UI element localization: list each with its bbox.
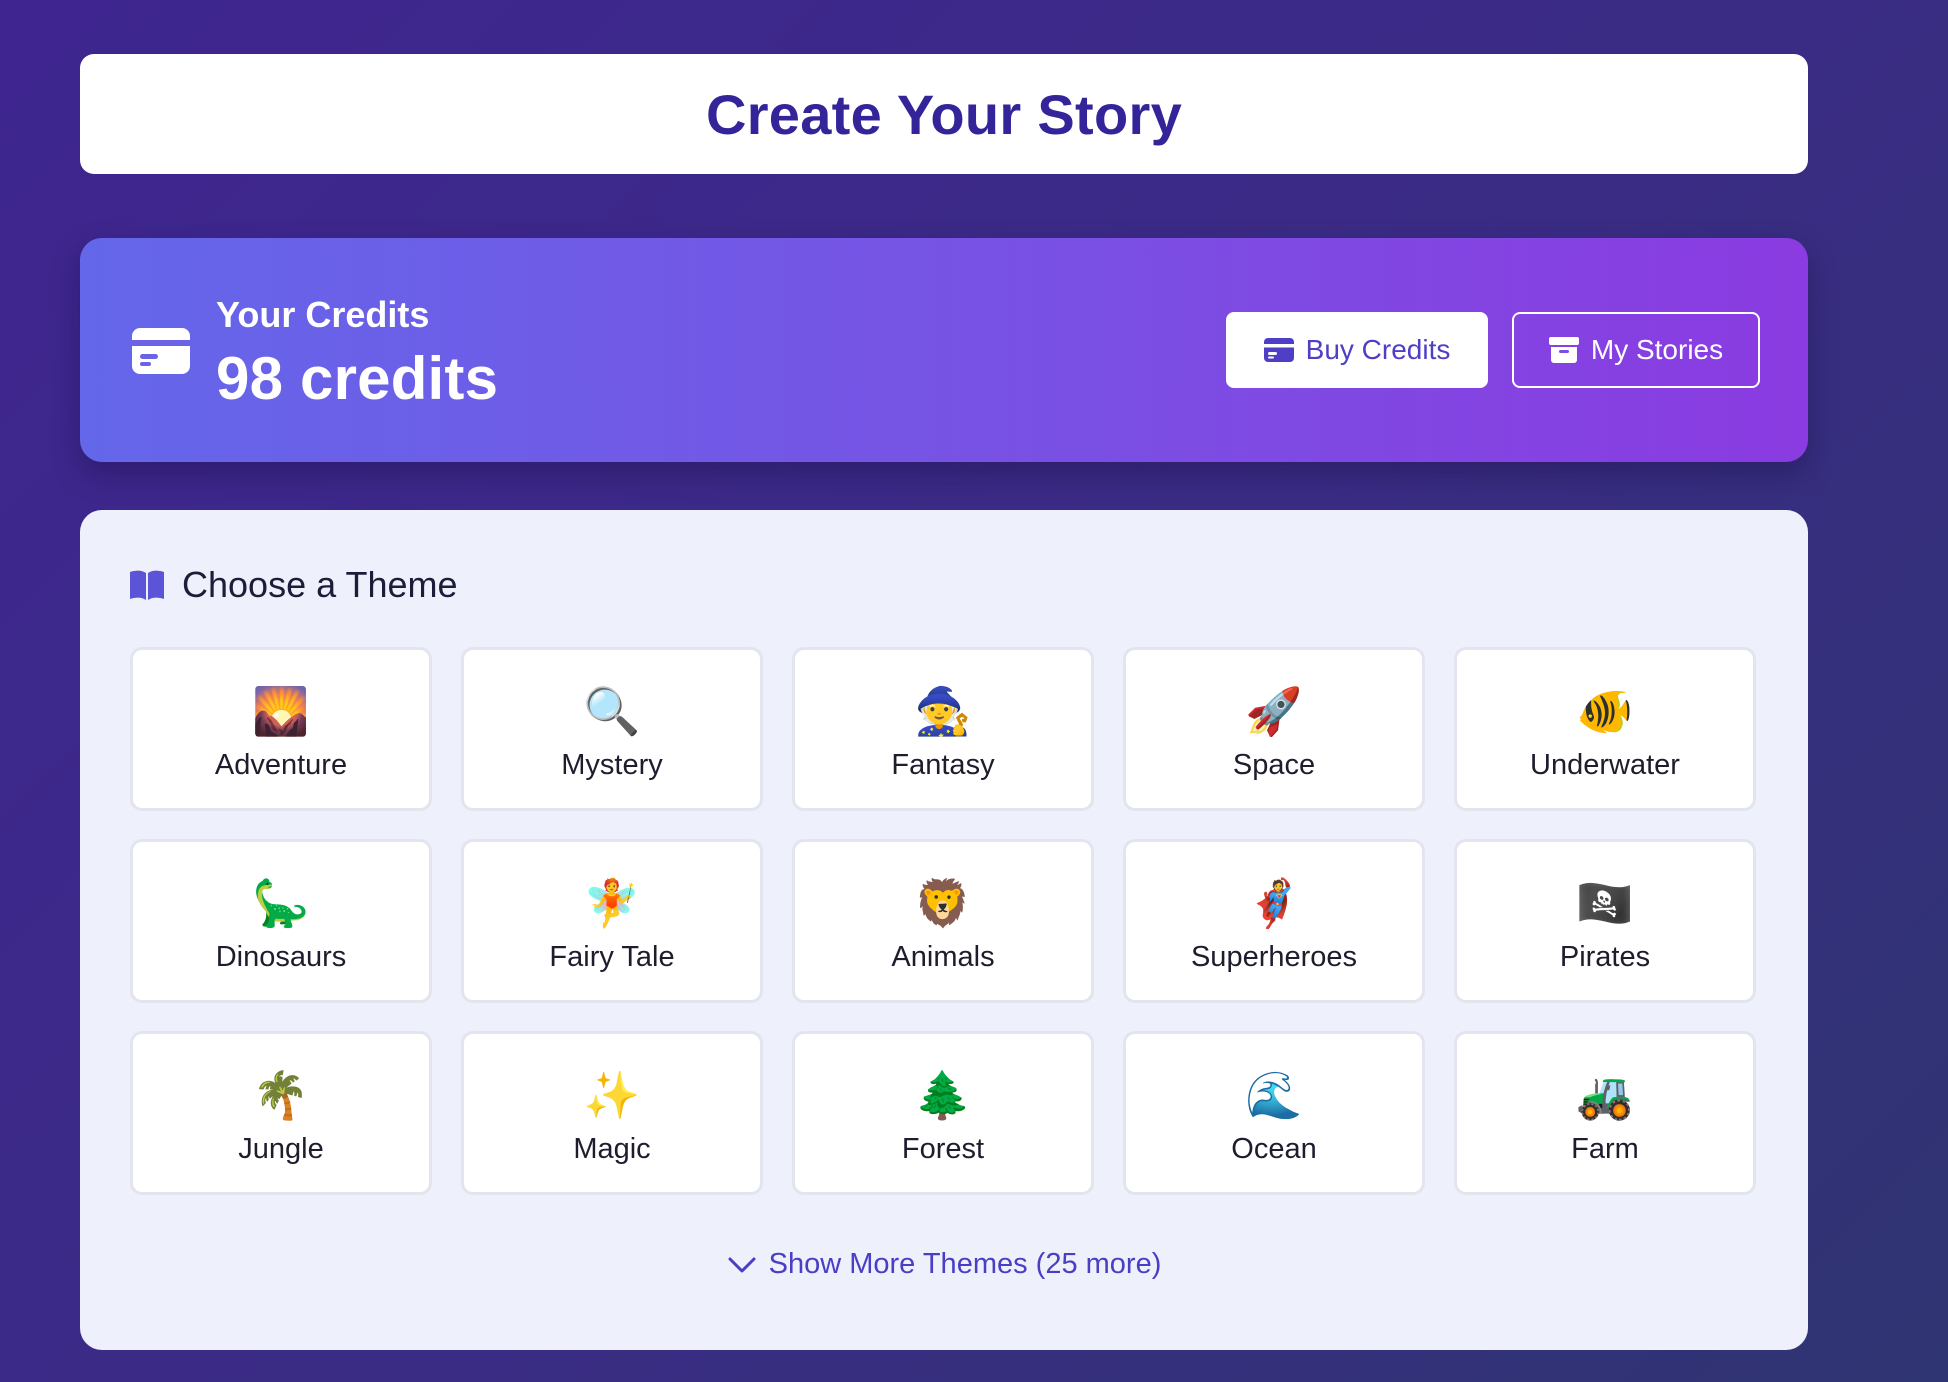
theme-emoji-icon: ✨ [583, 1068, 641, 1121]
header-card: Create Your Story [80, 54, 1808, 174]
chevron-down-icon [728, 1257, 756, 1272]
theme-label: Adventure [214, 748, 348, 781]
theme-emoji-icon: 🚜 [1576, 1068, 1634, 1121]
theme-emoji-icon: 🐠 [1576, 684, 1634, 737]
theme-card-fantasy[interactable]: 🧙 Fantasy [792, 647, 1094, 811]
section-title: Choose a Theme [182, 564, 458, 605]
theme-card-dinosaurs[interactable]: 🦕 Dinosaurs [130, 839, 432, 1003]
my-stories-button[interactable]: My Stories [1512, 312, 1760, 388]
theme-card-animals[interactable]: 🦁 Animals [792, 839, 1094, 1003]
theme-emoji-icon: 🦕 [252, 876, 310, 929]
theme-label: Fantasy [891, 748, 995, 781]
theme-label: Jungle [238, 1132, 324, 1165]
theme-label: Superheroes [1190, 940, 1358, 973]
theme-label: Mystery [561, 748, 663, 781]
theme-card-superheroes[interactable]: 🦸 Superheroes [1123, 839, 1425, 1003]
theme-card-space[interactable]: 🚀 Space [1123, 647, 1425, 811]
theme-card-ocean[interactable]: 🌊 Ocean [1123, 1031, 1425, 1195]
theme-emoji-icon: 🚀 [1245, 684, 1303, 737]
theme-emoji-icon: 🌲 [914, 1068, 972, 1121]
credits-value: 98 credits [216, 345, 499, 412]
theme-card-jungle[interactable]: 🌴 Jungle [130, 1031, 432, 1195]
archive-box-icon [1548, 337, 1579, 363]
themes-card: Choose a Theme 🌄 Adventure 🔍 Mystery 🧙 Fantas… [80, 510, 1808, 1350]
credit-card-icon [132, 328, 190, 374]
theme-emoji-icon: 🧙 [914, 684, 972, 737]
theme-card-mystery[interactable]: 🔍 Mystery [461, 647, 763, 811]
buy-credits-label: Buy Credits [1305, 334, 1451, 365]
my-stories-label: My Stories [1590, 334, 1724, 365]
theme-label: Ocean [1231, 1132, 1317, 1165]
theme-label: Underwater [1530, 748, 1680, 781]
theme-emoji-icon: 🌊 [1245, 1068, 1303, 1121]
theme-card-pirates[interactable]: 🏴‍☠️ Pirates [1454, 839, 1756, 1003]
theme-label: Dinosaurs [215, 940, 347, 973]
theme-label: Pirates [1559, 940, 1651, 973]
theme-emoji-icon: 🔍 [583, 684, 641, 737]
theme-label: Space [1232, 748, 1316, 781]
theme-emoji-icon: 🌴 [252, 1068, 310, 1121]
show-more-themes-button[interactable]: Show More Themes (25 more) [80, 1248, 1808, 1281]
credit-card-icon [1263, 338, 1294, 362]
theme-card-adventure[interactable]: 🌄 Adventure [130, 647, 432, 811]
theme-label: Forest [901, 1132, 985, 1165]
credits-card: Your Credits 98 credits Buy Credits My S… [80, 238, 1808, 462]
section-title-row: Choose a Theme [130, 564, 458, 606]
theme-label: Animals [891, 940, 995, 973]
theme-card-farm[interactable]: 🚜 Farm [1454, 1031, 1756, 1195]
buy-credits-button[interactable]: Buy Credits [1226, 312, 1488, 388]
theme-card-underwater[interactable]: 🐠 Underwater [1454, 647, 1756, 811]
credits-label: Your Credits [216, 294, 430, 335]
page-title: Create Your Story [705, 82, 1183, 146]
show-more-label: Show More Themes (25 more) [768, 1248, 1162, 1280]
theme-emoji-icon: 🌄 [252, 684, 310, 737]
theme-card-forest[interactable]: 🌲 Forest [792, 1031, 1094, 1195]
open-book-icon [130, 570, 164, 600]
theme-grid: 🌄 Adventure 🔍 Mystery 🧙 Fantasy 🚀 Space 🐠 Underwa… [130, 647, 1756, 1195]
theme-label: Magic [573, 1132, 651, 1165]
theme-label: Fairy Tale [549, 940, 675, 973]
theme-emoji-icon: 🧚 [583, 876, 641, 929]
theme-card-fairy-tale[interactable]: 🧚 Fairy Tale [461, 839, 763, 1003]
theme-label: Farm [1571, 1132, 1639, 1165]
theme-card-magic[interactable]: ✨ Magic [461, 1031, 763, 1195]
theme-emoji-icon: 🏴‍☠️ [1576, 876, 1634, 929]
theme-emoji-icon: 🦁 [914, 876, 972, 929]
theme-emoji-icon: 🦸 [1245, 876, 1303, 929]
